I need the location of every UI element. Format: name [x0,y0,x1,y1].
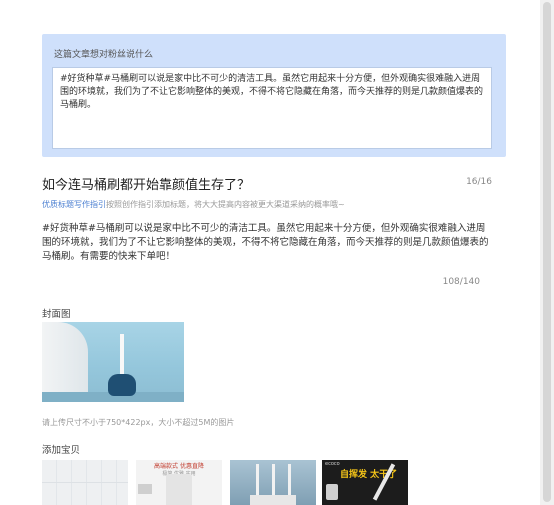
product-2-shape [166,474,192,505]
body-textarea[interactable]: #好货种草#马桶刷可以说是家中比不可少的清洁工具。虽然它用起来十分方便，但外观确… [42,222,494,264]
title-guide-link[interactable]: 优质标题写作指引 [42,200,106,209]
product-thumbnail-4[interactable]: ecoco 自挥发 太干了 [322,460,408,505]
cover-label: 封面图 [42,309,71,320]
title-char-count: 16/16 [466,177,492,187]
product-2-title: 高端款式 优惠直降 [154,463,204,470]
add-product-label: 添加宝贝 [42,445,81,456]
brush-base [250,495,296,505]
editor-panel: 这篇文章想对粉丝说什么 #好货种草#马桶刷可以说是家中比不可少的清洁工具。虽然它… [0,0,540,505]
fan-message-section: 这篇文章想对粉丝说什么 #好货种草#马桶刷可以说是家中比不可少的清洁工具。虽然它… [42,34,506,157]
cover-wall-shape [42,322,88,402]
title-row: 如今连马桶刷都开始靠颜值生存了？ 16/16 [42,174,494,193]
body-char-count: 108/140 [442,277,480,287]
product-thumbnail-2[interactable]: 高端款式 优惠直降 极简 优雅 实用 [136,460,222,505]
fan-message-textarea[interactable]: #好货种草#马桶刷可以说是家中比不可少的清洁工具。虽然它用起来十分方便，但外观确… [52,67,492,149]
brush-holder-shape [108,374,136,396]
title-hint: 优质标题写作指引按照创作指引添加标题，将大大提高内容被更大渠道采纳的概率哦~ [42,199,345,210]
title-hint-text: 按照创作指引添加标题，将大大提高内容被更大渠道采纳的概率哦~ [106,200,345,209]
cover-image[interactable] [42,322,184,402]
product-4-brand: ecoco [325,461,340,467]
product-4-brush [372,463,396,501]
product-thumbnail-1[interactable] [42,460,128,505]
title-input[interactable]: 如今连马桶刷都开始靠颜值生存了？ [42,174,250,193]
scrollbar-thumb[interactable] [543,2,551,502]
tile-line [42,482,128,483]
product-2-badge [138,484,152,494]
scrollbar[interactable] [540,0,554,505]
fan-message-label: 这篇文章想对粉丝说什么 [54,50,154,60]
product-4-cup [326,484,338,500]
upload-tip: 请上传尺寸不小于750*422px，大小不超过5M的图片 [42,418,235,427]
product-thumbnail-3[interactable] [230,460,316,505]
